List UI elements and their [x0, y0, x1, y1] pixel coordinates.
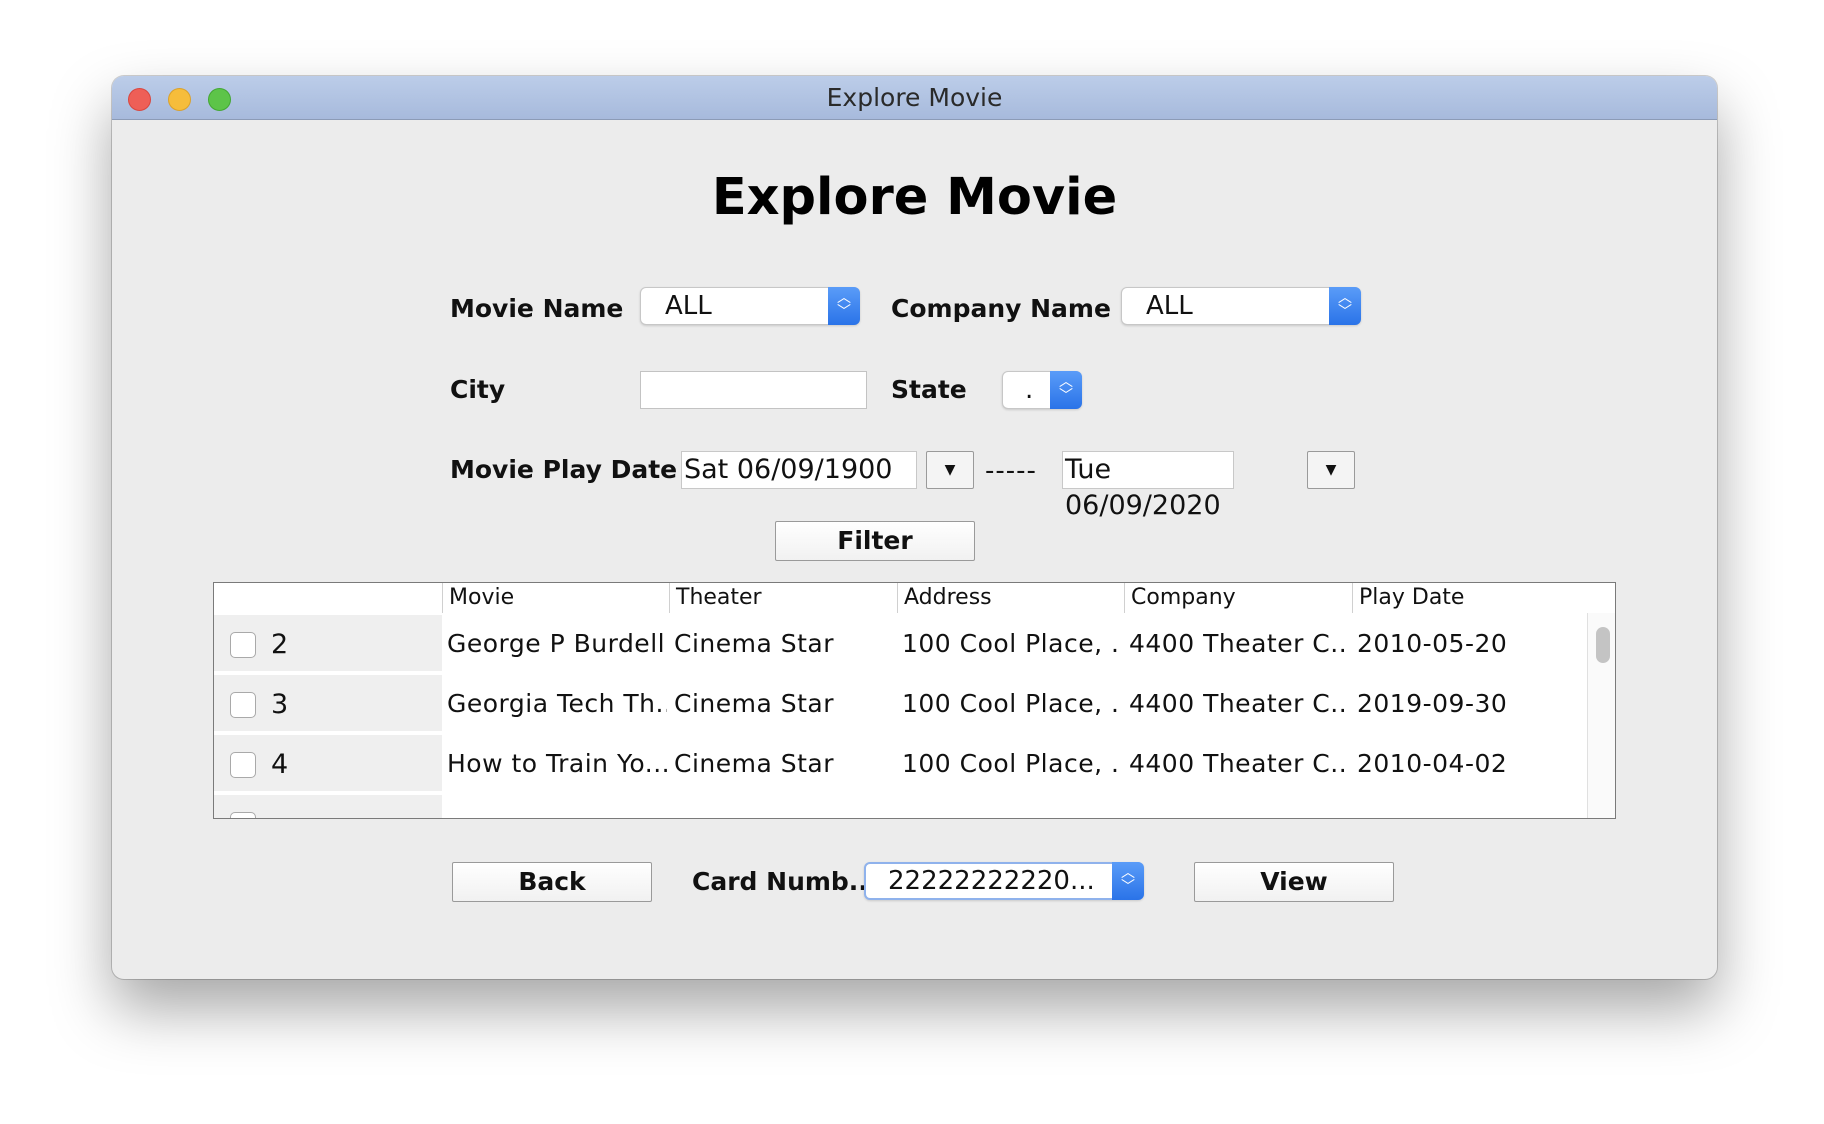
updown-chevron-icon: ︿ ﹀ [1112, 862, 1144, 900]
company-name-value: ALL [1146, 291, 1193, 321]
table-row-header: 2 [214, 615, 442, 673]
dropdown-arrow-icon: ▼ [944, 462, 956, 478]
table-cell-movie[interactable]: Georgia Tech Th... [447, 675, 667, 733]
table-cell-company[interactable]: 4400 Theater C... [1129, 675, 1349, 733]
table-cell-play-date[interactable]: 2010-04-02 [1357, 735, 1577, 793]
updown-chevron-icon: ︿ ﹀ [1329, 287, 1361, 325]
column-header-select [214, 583, 442, 613]
movie-name-value: ALL [665, 291, 712, 321]
window-title: Explore Movie [826, 83, 1003, 112]
column-header-address[interactable]: Address [897, 583, 1124, 613]
title-bar: Explore Movie [112, 76, 1717, 120]
table-cell-address[interactable]: 100 Cool Place, ... [902, 735, 1122, 793]
movie-play-date-label: Movie Play Date [450, 455, 678, 484]
row-number: 2 [271, 629, 289, 660]
table-cell-movie[interactable]: George P Burdell... [447, 615, 667, 673]
column-header-theater[interactable]: Theater [669, 583, 897, 613]
table-cell-address[interactable]: 100 Cool Place, ... [902, 615, 1122, 673]
updown-chevron-icon: ︿ ﹀ [1050, 371, 1082, 409]
state-select[interactable]: . ︿ ﹀ [1002, 371, 1082, 409]
row-checkbox[interactable] [230, 692, 256, 718]
table-cell-play-date[interactable]: 2019-09-30 [1357, 675, 1577, 733]
table-cell-company[interactable]: 4400 Theater C... [1129, 735, 1349, 793]
state-value: . [1025, 375, 1034, 405]
table-row-header-partial [214, 795, 442, 818]
city-label: City [450, 375, 506, 404]
table-row-header: 4 [214, 735, 442, 793]
company-name-select[interactable]: ALL ︿ ﹀ [1121, 287, 1361, 325]
movie-name-label: Movie Name [450, 294, 624, 323]
dropdown-arrow-icon: ▼ [1325, 462, 1337, 478]
date-to-dropdown-button[interactable]: ▼ [1307, 451, 1355, 489]
table-cell-movie[interactable]: How to Train Yo... [447, 735, 667, 793]
date-from-dropdown-button[interactable]: ▼ [926, 451, 974, 489]
row-checkbox[interactable] [230, 632, 256, 658]
column-header-play-date[interactable]: Play Date [1352, 583, 1579, 613]
date-range-separator: ----- [985, 456, 1037, 486]
table-scrollbar[interactable] [1587, 613, 1615, 818]
table-cell-play-date[interactable]: 2010-05-20 [1357, 615, 1577, 673]
updown-chevron-icon: ︿ ﹀ [828, 287, 860, 325]
results-table: Movie Theater Address Company Play Date … [213, 582, 1616, 819]
back-button[interactable]: Back [452, 862, 652, 902]
table-row-header: 3 [214, 675, 442, 733]
table-header: Movie Theater Address Company Play Date [214, 583, 1615, 613]
card-number-value: 22222222220... [888, 866, 1095, 896]
table-cell-theater[interactable]: Cinema Star [674, 615, 894, 673]
company-name-label: Company Name [891, 294, 1111, 323]
filter-button[interactable]: Filter [775, 521, 975, 561]
page-title: Explore Movie [711, 168, 1118, 227]
row-number: 4 [271, 749, 289, 780]
table-cell-company[interactable]: 4400 Theater C... [1129, 615, 1349, 673]
card-number-select[interactable]: 22222222220... ︿ ﹀ [864, 862, 1144, 900]
row-checkbox[interactable] [230, 812, 256, 818]
table-cell-theater[interactable]: Cinema Star [674, 735, 894, 793]
column-header-movie[interactable]: Movie [442, 583, 669, 613]
state-label: State [891, 375, 967, 404]
table-cell-theater[interactable]: Cinema Star [674, 675, 894, 733]
view-button[interactable]: View [1194, 862, 1394, 902]
date-from-input[interactable]: Sat 06/09/1900 [681, 451, 917, 489]
date-to-input[interactable]: Tue 06/09/2020 [1062, 451, 1234, 521]
column-header-company[interactable]: Company [1124, 583, 1352, 613]
scrollbar-thumb[interactable] [1596, 627, 1610, 663]
card-number-label: Card Numb... [692, 867, 878, 896]
city-input[interactable] [640, 371, 867, 409]
row-number: 3 [271, 689, 289, 720]
table-cell-address[interactable]: 100 Cool Place, ... [902, 675, 1122, 733]
row-checkbox[interactable] [230, 752, 256, 778]
movie-name-select[interactable]: ALL ︿ ﹀ [640, 287, 860, 325]
explore-movie-window: Explore Movie Explore Movie Movie Name A… [112, 76, 1717, 979]
